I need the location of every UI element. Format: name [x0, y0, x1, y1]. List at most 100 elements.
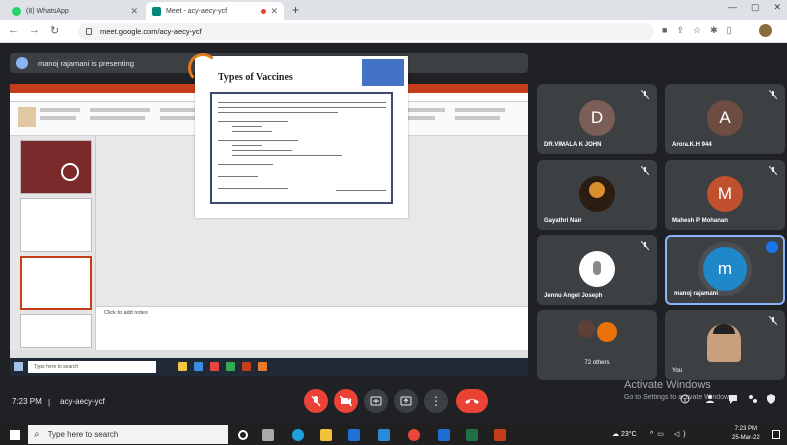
participant-name: You: [672, 368, 683, 374]
powerpoint-status-bar: [10, 350, 528, 358]
window-controls: — ▢ ✕: [728, 2, 781, 13]
activate-windows-title: Activate Windows: [624, 379, 711, 391]
nav-buttons: ← → ↻: [8, 24, 59, 37]
self-tile[interactable]: You: [665, 310, 785, 380]
presenting-text: manoj rajamani is presenting: [38, 58, 134, 68]
info-icon[interactable]: [680, 394, 690, 404]
activities-icon[interactable]: [748, 394, 758, 404]
system-tray-icons[interactable]: ^▭ ◁): [650, 430, 690, 438]
chat-icon[interactable]: [728, 394, 738, 404]
new-tab-button[interactable]: +: [292, 3, 299, 17]
meeting-code: acy-aecy-ycf: [60, 397, 105, 406]
star-icon[interactable]: ☆: [693, 25, 701, 36]
profile-avatar[interactable]: [759, 24, 772, 37]
sidebar-icon[interactable]: ▯: [727, 25, 732, 36]
mic-muted-icon: [641, 90, 649, 99]
notes-placeholder: Click to add notes: [104, 310, 148, 316]
clock-time: 7:23 PM: [734, 426, 758, 432]
participant-tile[interactable]: A Arora.K.H 944: [665, 84, 785, 154]
camera-off-icon: [340, 396, 352, 406]
url-text: meet.google.com/acy-aecy-ycf: [100, 27, 202, 36]
participant-avatar: [579, 251, 615, 287]
weather-icon: ☁: [612, 431, 621, 438]
camera-toggle-button[interactable]: [334, 389, 358, 413]
mail-icon[interactable]: [378, 429, 390, 441]
more-options-button[interactable]: ⋮: [424, 389, 448, 413]
mic-toggle-button[interactable]: [304, 389, 328, 413]
mic-muted-icon: [641, 241, 649, 250]
camera-icon[interactable]: ■: [662, 25, 667, 36]
more-vert-icon: ⋮: [430, 394, 442, 408]
present-now-button[interactable]: [394, 389, 418, 413]
clock-date: 25-Mar-22: [732, 435, 760, 441]
puzzle-icon[interactable]: ✱: [710, 25, 718, 36]
mic-muted-icon: [769, 90, 777, 99]
slide-decoration-block: [362, 59, 404, 86]
others-tile[interactable]: 72 others: [537, 310, 657, 380]
close-tab-icon[interactable]: ✕: [270, 6, 278, 17]
mic-muted-icon: [769, 166, 777, 175]
participant-avatar: M: [707, 176, 743, 212]
participant-name: Gayathri Nair: [544, 218, 582, 224]
recording-dot-icon: [261, 9, 266, 14]
close-tab-icon[interactable]: ✕: [130, 6, 138, 17]
presenting-icon: [16, 57, 28, 69]
participant-avatar: [579, 176, 615, 212]
meeting-time: 7:23 PM: [12, 397, 42, 406]
excel-icon[interactable]: [466, 429, 478, 441]
participant-name: Jennu Angel Joseph: [544, 293, 603, 299]
word-icon[interactable]: [438, 429, 450, 441]
search-placeholder: Type here to search: [47, 430, 119, 439]
cortana-icon[interactable]: [238, 430, 248, 440]
weather-widget[interactable]: ☁ 23°C: [612, 430, 637, 438]
lock-icon: [86, 28, 92, 35]
separator: |: [48, 398, 51, 407]
taskbar-clock[interactable]: 7:23 PM 25-Mar-22: [732, 425, 760, 443]
powerpoint-icon[interactable]: [494, 429, 506, 441]
close-window-icon[interactable]: ✕: [773, 2, 781, 13]
minimize-icon[interactable]: —: [728, 2, 737, 13]
forward-icon[interactable]: →: [29, 24, 40, 37]
participant-tile[interactable]: M Mahesh P Mohanan: [665, 160, 785, 230]
slide-thumbnail[interactable]: [20, 140, 92, 194]
search-icon: ⌕: [34, 429, 40, 440]
participant-tile[interactable]: Jennu Angel Joseph: [537, 235, 657, 305]
slide-thumbnail[interactable]: [20, 314, 92, 348]
slide-thumbnail-selected[interactable]: [20, 256, 92, 310]
participant-name: manoj rajamani: [674, 291, 719, 297]
share-icon[interactable]: ⇪: [676, 25, 684, 36]
taskbar-search-box[interactable]: ⌕ Type here to search: [28, 425, 228, 444]
reload-icon[interactable]: ↻: [50, 24, 59, 37]
participant-tile-speaking[interactable]: m manoj rajamani: [665, 235, 785, 305]
store-icon[interactable]: [348, 429, 360, 441]
slide-title: Types of Vaccines: [218, 72, 293, 83]
edge-icon[interactable]: [292, 429, 304, 441]
task-view-icon[interactable]: [262, 429, 274, 441]
file-explorer-icon[interactable]: [320, 429, 332, 441]
tab-title: Meet - acy-aecy-ycf: [166, 7, 228, 15]
participant-tile[interactable]: D DR.VIMALA K JOHN: [537, 84, 657, 154]
tab-meet[interactable]: Meet - acy-aecy-ycf ✕: [146, 2, 284, 20]
remote-start-icon: [14, 362, 23, 371]
host-controls-icon[interactable]: [766, 394, 776, 404]
windows-start-icon[interactable]: [10, 430, 20, 440]
participant-avatar: A: [707, 100, 743, 136]
whatsapp-icon: [12, 6, 21, 16]
leave-call-button[interactable]: [456, 389, 488, 413]
tab-title: (8) WhatsApp: [26, 7, 69, 15]
captions-icon: [370, 396, 382, 406]
tab-whatsapp[interactable]: (8) WhatsApp ✕: [6, 2, 144, 20]
others-avatar: [577, 320, 595, 338]
captions-button[interactable]: [364, 389, 388, 413]
back-icon[interactable]: ←: [8, 24, 19, 37]
maximize-icon[interactable]: ▢: [751, 2, 760, 13]
participant-tile[interactable]: Gayathri Nair: [537, 160, 657, 230]
participant-name: Arora.K.H 944: [672, 142, 712, 148]
notifications-icon[interactable]: [772, 430, 780, 439]
url-input[interactable]: meet.google.com/acy-aecy-ycf: [78, 23, 654, 40]
people-icon[interactable]: [706, 394, 716, 404]
slide-thumbnail[interactable]: [20, 198, 92, 252]
notes-pane[interactable]: Click to add notes: [96, 306, 528, 350]
chrome-icon[interactable]: [408, 429, 420, 441]
extension-icons: ■ ⇪ ☆ ✱ ▯: [662, 25, 732, 36]
